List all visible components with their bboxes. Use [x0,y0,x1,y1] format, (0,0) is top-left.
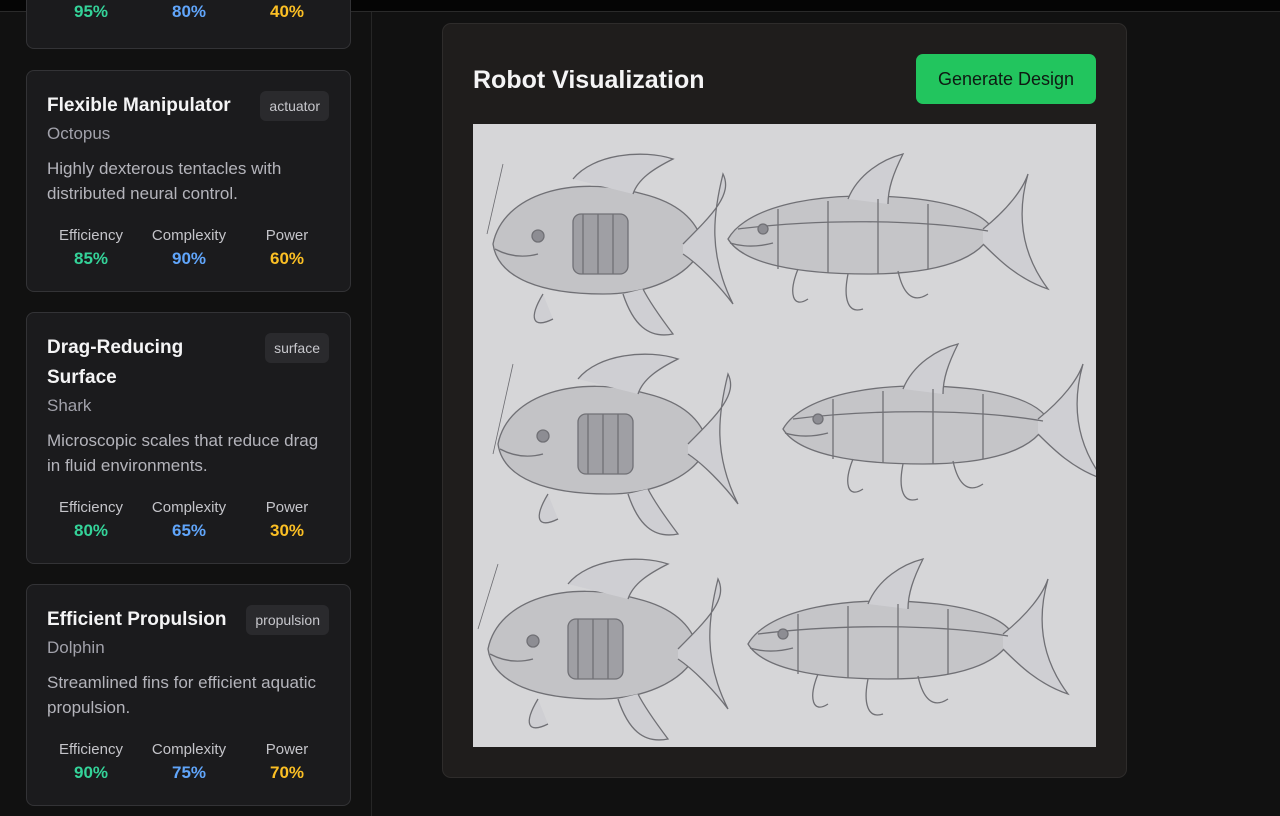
stat-power-value: 70% [269,763,305,782]
stat-efficiency-value: 90% [73,763,109,782]
category-tag: surface [265,333,329,363]
stat-complexity-label: Complexity [151,499,227,516]
stat-power-label: Power [265,499,309,516]
stat-complexity: Complexity 75% [140,740,238,786]
card-description: Streamlined fins for efficient aquatic p… [47,673,316,717]
card-animal: Dolphin [47,638,105,657]
robot-visualization-panel: Robot Visualization Generate Design [442,23,1127,778]
stat-complexity: 80% [140,0,238,25]
card-animal: Octopus [47,124,111,143]
stat-power-value: 40% [269,2,305,21]
card-description: Highly dexterous tentacles with distribu… [47,159,282,203]
stat-efficiency: Efficiency 85% [42,226,140,272]
stat-power: Power 70% [238,740,336,786]
stat-efficiency: 95% [42,0,140,25]
design-card-drag-reducing-surface[interactable]: Drag-Reducing Surface surface Shark Micr… [26,312,351,564]
stat-power-value: 30% [269,521,305,540]
design-card-flexible-manipulator[interactable]: Flexible Manipulator actuator Octopus Hi… [26,70,351,292]
stat-efficiency-label: Efficiency [59,227,123,244]
card-title: Flexible Manipulator [47,95,231,116]
stat-efficiency-label: Efficiency [59,741,123,758]
card-description: Microscopic scales that reduce drag in f… [47,431,319,475]
stat-power-value: 60% [269,249,305,268]
category-tag: actuator [260,91,329,121]
card-animal: Shark [47,396,92,415]
stat-efficiency: Efficiency 80% [42,498,140,544]
stat-complexity-label: Complexity [151,741,227,758]
sidebar: 95% 80% 40% Flexible Manipulator actuato… [0,0,372,816]
robot-visualization-image [473,124,1096,747]
stat-complexity-label: Complexity [151,227,227,244]
stat-complexity: Complexity 65% [140,498,238,544]
stat-efficiency: Efficiency 90% [42,740,140,786]
card-title: Efficient Propulsion [47,609,227,630]
stat-complexity-value: 80% [171,2,207,21]
stat-power: Power 30% [238,498,336,544]
stat-efficiency-label: Efficiency [59,499,123,516]
stat-efficiency-value: 95% [73,2,109,21]
design-card-efficient-propulsion[interactable]: Efficient Propulsion propulsion Dolphin … [26,584,351,806]
stat-complexity-value: 65% [171,521,207,540]
stat-efficiency-value: 85% [73,249,109,268]
category-tag: propulsion [246,605,329,635]
panel-title: Robot Visualization [473,66,705,94]
stat-efficiency-value: 80% [73,521,109,540]
stat-power-label: Power [265,741,309,758]
generate-design-button[interactable]: Generate Design [916,54,1096,104]
stat-complexity-value: 75% [171,763,207,782]
stat-complexity-value: 90% [171,249,207,268]
design-card-partial[interactable]: 95% 80% 40% [26,0,351,49]
stat-power: Power 60% [238,226,336,272]
stat-power: 40% [238,0,336,25]
stat-power-label: Power [265,227,309,244]
stat-complexity: Complexity 90% [140,226,238,272]
card-title: Drag-Reducing Surface [47,337,184,388]
